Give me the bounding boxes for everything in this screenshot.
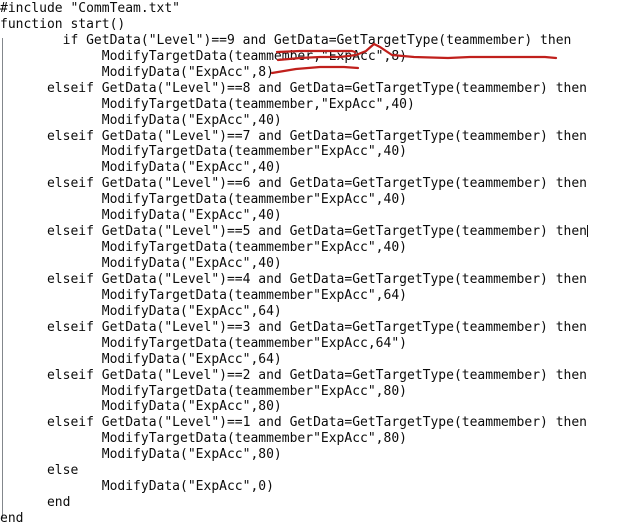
code-line[interactable]: ModifyTargetData(teammember"ExpAcc",64)	[0, 288, 588, 304]
code-line[interactable]: ModifyData("ExpAcc",40)	[0, 160, 588, 176]
code-line[interactable]: ModifyData("ExpAcc",40)	[0, 256, 588, 272]
text-caret	[587, 225, 588, 238]
code-line[interactable]: ModifyTargetData(teammember,"ExpAcc",40)	[0, 97, 588, 113]
code-line[interactable]: ModifyData("ExpAcc",40)	[0, 208, 588, 224]
code-line[interactable]: if GetData("Level")==9 and GetData=GetTa…	[0, 33, 588, 49]
code-line[interactable]: ModifyTargetData(teammember"ExpAcc",80)	[0, 431, 588, 447]
code-line[interactable]: ModifyTargetData(teammember"ExpAcc",40)	[0, 240, 588, 256]
code-line[interactable]: elseif GetData("Level")==7 and GetData=G…	[0, 129, 588, 145]
code-line[interactable]: end	[0, 511, 588, 527]
code-line[interactable]: elseif GetData("Level")==4 and GetData=G…	[0, 272, 588, 288]
code-line[interactable]: ModifyTargetData(teammember,"ExpAcc",8)	[0, 49, 588, 65]
code-line[interactable]: ModifyTargetData(teammember"ExpAcc",40)	[0, 144, 588, 160]
code-line[interactable]: ModifyTargetData(teammember"ExpAcc,64")	[0, 336, 588, 352]
code-line[interactable]: ModifyData("ExpAcc",64)	[0, 304, 588, 320]
code-line[interactable]: function start()	[0, 17, 588, 33]
code-line[interactable]: ModifyTargetData(teammember"ExpAcc",80)	[0, 384, 588, 400]
code-line[interactable]: ModifyData("ExpAcc",8)	[0, 65, 588, 81]
code-line[interactable]: ModifyData("ExpAcc",80)	[0, 447, 588, 463]
code-line[interactable]: elseif GetData("Level")==2 and GetData=G…	[0, 368, 588, 384]
code-line[interactable]: ModifyData("ExpAcc",0)	[0, 479, 588, 495]
code-line[interactable]: ModifyData("ExpAcc",80)	[0, 399, 588, 415]
code-line[interactable]: #include "CommTeam.txt"	[0, 1, 588, 17]
code-line[interactable]: elseif GetData("Level")==6 and GetData=G…	[0, 176, 588, 192]
code-editor-pane[interactable]: #include "CommTeam.txt" function start() …	[0, 0, 633, 531]
code-line[interactable]: ModifyData("ExpAcc",40)	[0, 113, 588, 129]
source-code-text[interactable]: #include "CommTeam.txt" function start() …	[0, 1, 588, 527]
code-line[interactable]: elseif GetData("Level")==5 and GetData=G…	[0, 224, 588, 240]
code-line[interactable]: end	[0, 495, 588, 511]
code-line[interactable]: ModifyData("ExpAcc",64)	[0, 352, 588, 368]
code-line[interactable]: ModifyTargetData(teammember"ExpAcc",40)	[0, 192, 588, 208]
code-line[interactable]: else	[0, 463, 588, 479]
code-line[interactable]: elseif GetData("Level")==1 and GetData=G…	[0, 415, 588, 431]
code-line[interactable]: elseif GetData("Level")==8 and GetData=G…	[0, 81, 588, 97]
code-line[interactable]: elseif GetData("Level")==3 and GetData=G…	[0, 320, 588, 336]
